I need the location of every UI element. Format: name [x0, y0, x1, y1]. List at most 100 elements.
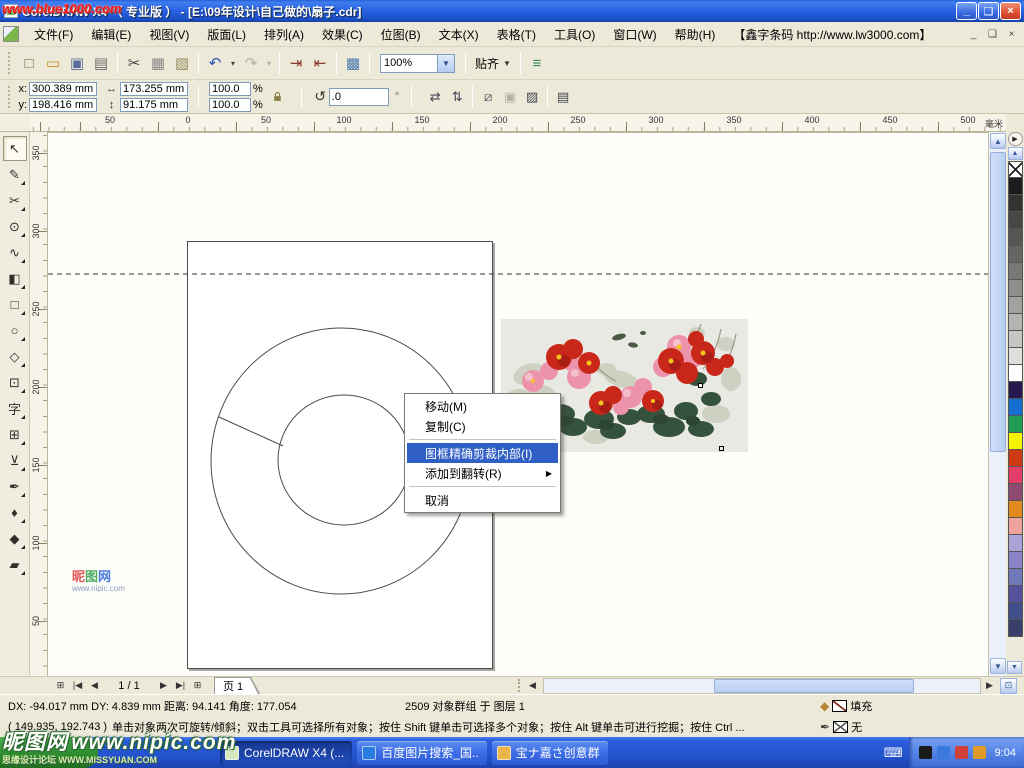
task-qq-group[interactable]: 宝ナ嘉さ创意群 — [492, 741, 608, 765]
object-width-input[interactable] — [120, 82, 188, 96]
color-swatch-14[interactable] — [1008, 399, 1023, 416]
redo-dropdown[interactable]: ▾ — [263, 51, 275, 75]
color-swatch-7[interactable] — [1008, 280, 1023, 297]
crop-tool[interactable]: ✂ — [3, 188, 27, 213]
zoom-dropdown-icon[interactable]: ▼ — [438, 54, 455, 73]
palette-scroll-up-icon[interactable]: ▲ — [1008, 147, 1023, 160]
color-swatch-16[interactable] — [1008, 433, 1023, 450]
zoom-level-combo[interactable]: ▼ — [380, 54, 455, 73]
hscroll-right-icon[interactable]: ▶ — [981, 678, 998, 693]
zoom-level-input[interactable] — [380, 54, 438, 73]
vertical-scroll-thumb[interactable] — [990, 152, 1006, 452]
paste-button[interactable]: ▧ — [170, 51, 194, 75]
color-swatch-13[interactable] — [1008, 382, 1023, 399]
palette-flyout-icon[interactable]: ▶ — [1008, 132, 1023, 146]
menu-item-2[interactable]: 编辑(E) — [82, 23, 140, 46]
mirror-horizontal-button[interactable]: ⇄ — [424, 86, 446, 108]
selection-handle[interactable] — [719, 446, 724, 451]
print-button[interactable]: ▤ — [89, 51, 113, 75]
polygon-tool[interactable]: ◇ — [3, 344, 27, 369]
context-menu-item-7[interactable]: 取消 — [407, 490, 558, 510]
import-button[interactable]: ⇥ — [284, 51, 308, 75]
tray-network-icon[interactable] — [937, 746, 950, 759]
color-swatch-24[interactable] — [1008, 569, 1023, 586]
doc-minimize-button[interactable]: _ — [965, 27, 982, 42]
palette-scroll-down-icon[interactable]: ▼ — [1007, 661, 1022, 674]
color-swatch-3[interactable] — [1008, 212, 1023, 229]
vertical-scrollbar[interactable]: ▲ ▼ — [988, 132, 1006, 676]
menu-item-8[interactable]: 文本(X) — [430, 23, 488, 46]
doc-restore-button[interactable]: ❑ — [984, 27, 1001, 42]
minimize-button[interactable]: _ — [956, 2, 977, 20]
text-tool[interactable]: 字 — [3, 396, 27, 421]
vertical-ruler[interactable]: 35030025020015010050 — [30, 132, 48, 676]
color-swatch-27[interactable] — [1008, 620, 1023, 637]
context-menu-item-2[interactable]: 复制(C) — [407, 416, 558, 436]
freehand-tool[interactable]: ∿ — [3, 240, 27, 265]
menu-item-10[interactable]: 工具(O) — [545, 23, 604, 46]
no-fill-swatch[interactable] — [1008, 161, 1023, 178]
page-tab[interactable]: 页 1 — [214, 677, 260, 694]
previous-page-button[interactable]: ◀ — [86, 678, 103, 693]
open-button[interactable]: ▭ — [41, 51, 65, 75]
fill-color-swatch[interactable] — [832, 700, 847, 712]
horizontal-scroll-thumb[interactable] — [714, 679, 914, 693]
ellipse-tool[interactable]: ○ — [3, 318, 27, 343]
color-swatch-4[interactable] — [1008, 229, 1023, 246]
hscroll-left-icon[interactable]: ◀ — [524, 678, 541, 693]
color-swatch-17[interactable] — [1008, 450, 1023, 467]
menu-item-7[interactable]: 位图(B) — [372, 23, 430, 46]
color-swatch-10[interactable] — [1008, 331, 1023, 348]
tray-security-icon[interactable] — [955, 746, 968, 759]
snap-to-button[interactable]: 贴齐 ▼ — [470, 53, 516, 74]
scale-y-input[interactable] — [209, 98, 251, 112]
context-menu-item-1[interactable]: 移动(M) — [407, 396, 558, 416]
smart-fill-tool[interactable]: ◧ — [3, 266, 27, 291]
horizontal-ruler[interactable]: 毫米 50050100150200250300350400450500 — [30, 114, 1006, 132]
color-swatch-20[interactable] — [1008, 501, 1023, 518]
color-swatch-8[interactable] — [1008, 297, 1023, 314]
basic-shapes-tool[interactable]: ⊡ — [3, 370, 27, 395]
menu-item-11[interactable]: 窗口(W) — [604, 23, 665, 46]
rectangle-tool[interactable]: □ — [3, 292, 27, 317]
menu-item-12[interactable]: 帮助(H) — [666, 23, 725, 46]
language-keyboard-icon[interactable]: ⌨ — [878, 745, 909, 761]
y-position-input[interactable] — [29, 98, 97, 112]
cut-button[interactable]: ✂ — [122, 51, 146, 75]
ruler-origin-corner[interactable] — [0, 114, 30, 132]
first-page-button[interactable]: |◀ — [69, 678, 86, 693]
scale-lock-icon[interactable] — [267, 86, 289, 108]
menu-item-3[interactable]: 视图(V) — [140, 23, 198, 46]
outline-tool[interactable]: ♦ — [3, 500, 27, 525]
color-swatch-22[interactable] — [1008, 535, 1023, 552]
color-swatch-11[interactable] — [1008, 348, 1023, 365]
fill-tool[interactable]: ◆ — [3, 526, 27, 551]
redo-button[interactable]: ↷ — [239, 51, 263, 75]
interactive-fill-tool[interactable]: ▰ — [3, 552, 27, 577]
x-position-input[interactable] — [29, 82, 97, 96]
ungroup-button[interactable]: ▨ — [521, 86, 543, 108]
horizontal-scrollbar[interactable] — [543, 678, 981, 694]
selection-handle[interactable] — [698, 383, 703, 388]
start-button[interactable] — [0, 737, 98, 768]
color-swatch-18[interactable] — [1008, 467, 1023, 484]
new-document-button[interactable]: □ — [17, 51, 41, 75]
color-swatch-2[interactable] — [1008, 195, 1023, 212]
doc-close-button[interactable]: × — [1003, 27, 1020, 42]
menu-item-13[interactable]: 【鑫字条码 http://www.lw3000.com】 — [724, 23, 940, 46]
color-swatch-26[interactable] — [1008, 603, 1023, 620]
pick-tool[interactable]: ↖ — [3, 136, 27, 161]
menu-item-5[interactable]: 排列(A) — [255, 23, 313, 46]
zoom-tool[interactable]: ⊙ — [3, 214, 27, 239]
tray-book-icon[interactable] — [973, 746, 986, 759]
menu-item-6[interactable]: 效果(C) — [313, 23, 372, 46]
undo-dropdown[interactable]: ▾ — [227, 51, 239, 75]
rotation-angle-input[interactable] — [329, 88, 389, 106]
view-navigator-button[interactable]: ⊡ — [1000, 678, 1017, 694]
close-button[interactable]: × — [1000, 2, 1021, 20]
outline-color-swatch[interactable] — [833, 721, 848, 733]
scale-x-input[interactable] — [209, 82, 251, 96]
shape-tool[interactable]: ✎ — [3, 162, 27, 187]
mirror-vertical-button[interactable]: ⇅ — [446, 86, 468, 108]
add-page-after-button[interactable]: ⊞ — [189, 678, 206, 693]
